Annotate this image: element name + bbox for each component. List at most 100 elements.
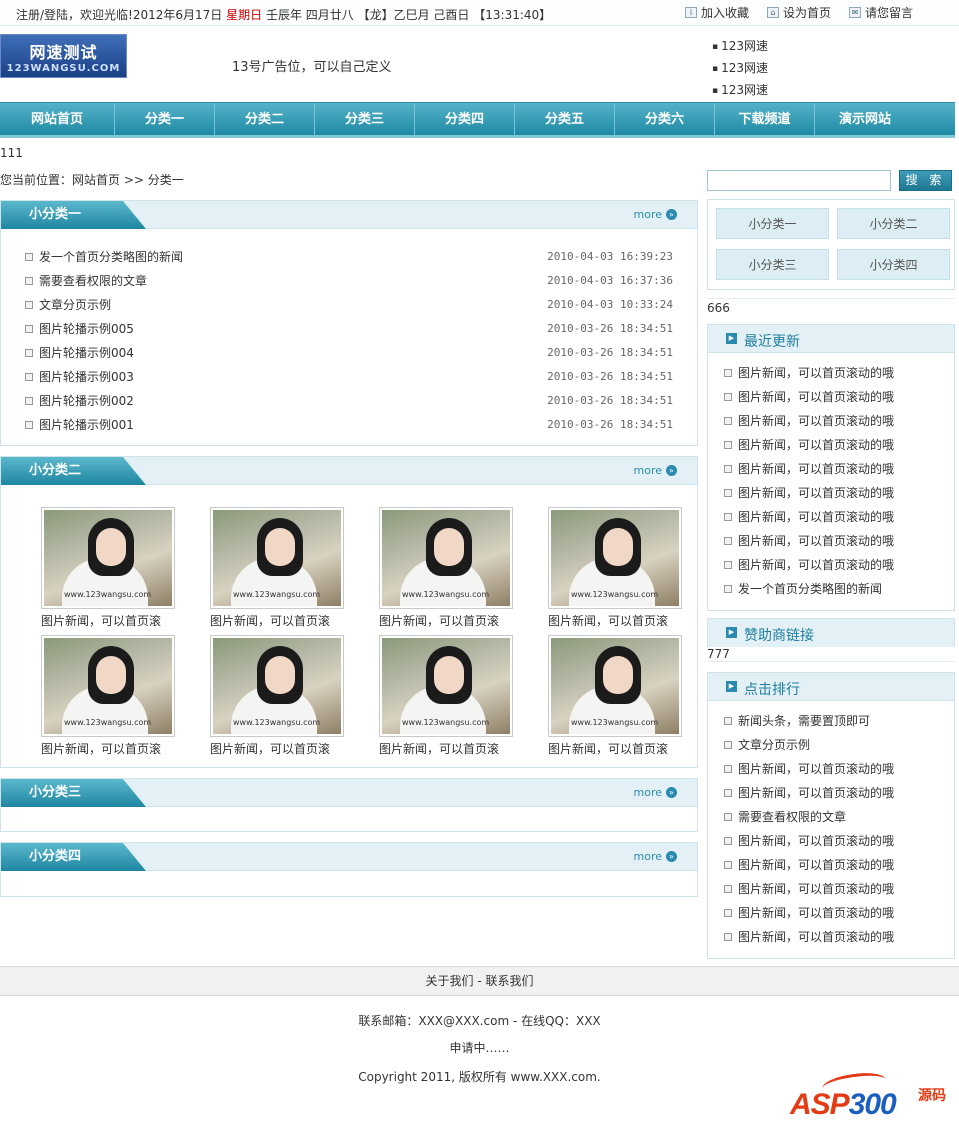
news-thumbnail[interactable]: www.123wangsu.com: [379, 635, 513, 737]
more-link[interactable]: more»: [634, 464, 677, 477]
list-item-link[interactable]: 图片新闻，可以首页滚动的哦: [738, 882, 894, 896]
header-link-label[interactable]: 123网速: [721, 61, 768, 75]
add-favorite-link[interactable]: i 加入收藏: [684, 4, 749, 21]
news-item[interactable]: 文章分页示例 2010-04-03 10:33:24: [25, 293, 673, 317]
list-item-link[interactable]: 图片新闻，可以首页滚动的哦: [738, 906, 894, 920]
nav-category-3[interactable]: 分类三: [315, 103, 415, 135]
footer-links[interactable]: 关于我们 - 联系我们: [0, 966, 959, 996]
search-input[interactable]: [707, 170, 891, 191]
nav-category-1[interactable]: 分类一: [115, 103, 215, 135]
list-item-link[interactable]: 新闻头条，需要置顶即可: [738, 714, 870, 728]
picture-caption[interactable]: 图片新闻，可以首页滚: [210, 612, 350, 629]
list-item[interactable]: 图片新闻，可以首页滚动的哦: [724, 457, 954, 481]
list-item-link[interactable]: 图片新闻，可以首页滚动的哦: [738, 930, 894, 944]
list-item-link[interactable]: 图片新闻，可以首页滚动的哦: [738, 390, 894, 404]
picture-item[interactable]: www.123wangsu.com 图片新闻，可以首页滚: [41, 507, 175, 629]
list-item-link[interactable]: 需要查看权限的文章: [738, 810, 846, 824]
news-title[interactable]: 文章分页示例: [39, 298, 111, 312]
nav-demo[interactable]: 演示网站: [815, 103, 915, 135]
news-thumbnail[interactable]: www.123wangsu.com: [548, 507, 682, 609]
list-item[interactable]: 图片新闻，可以首页滚动的哦: [724, 529, 954, 553]
list-item[interactable]: 文章分页示例: [724, 733, 954, 757]
picture-item[interactable]: www.123wangsu.com 图片新闻，可以首页滚: [210, 507, 344, 629]
list-item-link[interactable]: 图片新闻，可以首页滚动的哦: [738, 762, 894, 776]
nav-category-4[interactable]: 分类四: [415, 103, 515, 135]
site-logo[interactable]: 网速测试 123WANGSU.COM: [0, 34, 127, 78]
news-thumbnail[interactable]: www.123wangsu.com: [41, 635, 175, 737]
picture-caption[interactable]: 图片新闻，可以首页滚: [548, 740, 688, 757]
picture-item[interactable]: www.123wangsu.com 图片新闻，可以首页滚: [41, 635, 175, 757]
picture-caption[interactable]: 图片新闻，可以首页滚: [379, 612, 519, 629]
news-item[interactable]: 图片轮播示例001 2010-03-26 18:34:51: [25, 413, 673, 437]
search-button[interactable]: 搜 索: [899, 170, 952, 191]
news-item[interactable]: 图片轮播示例004 2010-03-26 18:34:51: [25, 341, 673, 365]
header-link-label[interactable]: 123网速: [721, 83, 768, 97]
list-item-link[interactable]: 发一个首页分类略图的新闻: [738, 582, 882, 596]
header-link-label[interactable]: 123网速: [721, 39, 768, 53]
more-link[interactable]: more»: [634, 208, 677, 221]
news-item[interactable]: 图片轮播示例003 2010-03-26 18:34:51: [25, 365, 673, 389]
picture-item[interactable]: www.123wangsu.com 图片新闻，可以首页滚: [548, 635, 682, 757]
news-thumbnail[interactable]: www.123wangsu.com: [41, 507, 175, 609]
more-link[interactable]: more»: [634, 850, 677, 863]
list-item-link[interactable]: 图片新闻，可以首页滚动的哦: [738, 462, 894, 476]
nav-category-5[interactable]: 分类五: [515, 103, 615, 135]
list-item-link[interactable]: 图片新闻，可以首页滚动的哦: [738, 534, 894, 548]
subcategory-button-4[interactable]: 小分类四: [837, 249, 950, 280]
list-item-link[interactable]: 图片新闻，可以首页滚动的哦: [738, 414, 894, 428]
picture-caption[interactable]: 图片新闻，可以首页滚: [41, 740, 181, 757]
news-item[interactable]: 需要查看权限的文章 2010-04-03 16:37:36: [25, 269, 673, 293]
news-item[interactable]: 图片轮播示例005 2010-03-26 18:34:51: [25, 317, 673, 341]
list-item-link[interactable]: 图片新闻，可以首页滚动的哦: [738, 858, 894, 872]
subcategory-button-2[interactable]: 小分类二: [837, 208, 950, 239]
picture-caption[interactable]: 图片新闻，可以首页滚: [41, 612, 181, 629]
news-title[interactable]: 需要查看权限的文章: [39, 274, 147, 288]
guestbook-link[interactable]: ✉ 请您留言: [848, 4, 913, 21]
news-thumbnail[interactable]: www.123wangsu.com: [379, 507, 513, 609]
news-title[interactable]: 发一个首页分类略图的新闻: [39, 250, 183, 264]
picture-caption[interactable]: 图片新闻，可以首页滚: [379, 740, 519, 757]
news-title[interactable]: 图片轮播示例005: [39, 322, 134, 336]
picture-item[interactable]: www.123wangsu.com 图片新闻，可以首页滚: [548, 507, 682, 629]
nav-category-6[interactable]: 分类六: [615, 103, 715, 135]
news-title[interactable]: 图片轮播示例004: [39, 346, 134, 360]
news-item[interactable]: 发一个首页分类略图的新闻 2010-04-03 16:39:23: [25, 245, 673, 269]
nav-download[interactable]: 下载频道: [715, 103, 815, 135]
news-title[interactable]: 图片轮播示例003: [39, 370, 134, 384]
list-item[interactable]: 图片新闻，可以首页滚动的哦: [724, 757, 954, 781]
list-item[interactable]: 图片新闻，可以首页滚动的哦: [724, 901, 954, 925]
list-item[interactable]: 发一个首页分类略图的新闻: [724, 577, 954, 601]
subcategory-button-3[interactable]: 小分类三: [716, 249, 829, 280]
set-home-link[interactable]: ⌂ 设为首页: [766, 4, 831, 21]
news-thumbnail[interactable]: www.123wangsu.com: [210, 507, 344, 609]
list-item-link[interactable]: 图片新闻，可以首页滚动的哦: [738, 438, 894, 452]
header-link[interactable]: 123网速: [712, 36, 768, 58]
header-link[interactable]: 123网速: [712, 80, 768, 102]
list-item-link[interactable]: 文章分页示例: [738, 738, 810, 752]
nav-category-2[interactable]: 分类二: [215, 103, 315, 135]
news-item[interactable]: 图片轮播示例002 2010-03-26 18:34:51: [25, 389, 673, 413]
list-item[interactable]: 新闻头条，需要置顶即可: [724, 709, 954, 733]
list-item[interactable]: 图片新闻，可以首页滚动的哦: [724, 829, 954, 853]
list-item-link[interactable]: 图片新闻，可以首页滚动的哦: [738, 366, 894, 380]
list-item[interactable]: 图片新闻，可以首页滚动的哦: [724, 781, 954, 805]
list-item-link[interactable]: 图片新闻，可以首页滚动的哦: [738, 510, 894, 524]
news-title[interactable]: 图片轮播示例001: [39, 418, 134, 432]
list-item[interactable]: 图片新闻，可以首页滚动的哦: [724, 481, 954, 505]
list-item-link[interactable]: 图片新闻，可以首页滚动的哦: [738, 558, 894, 572]
list-item[interactable]: 图片新闻，可以首页滚动的哦: [724, 409, 954, 433]
list-item[interactable]: 图片新闻，可以首页滚动的哦: [724, 853, 954, 877]
list-item-link[interactable]: 图片新闻，可以首页滚动的哦: [738, 786, 894, 800]
list-item[interactable]: 图片新闻，可以首页滚动的哦: [724, 505, 954, 529]
header-link[interactable]: 123网速: [712, 58, 768, 80]
list-item-link[interactable]: 图片新闻，可以首页滚动的哦: [738, 486, 894, 500]
news-title[interactable]: 图片轮播示例002: [39, 394, 134, 408]
picture-item[interactable]: www.123wangsu.com 图片新闻，可以首页滚: [210, 635, 344, 757]
list-item[interactable]: 图片新闻，可以首页滚动的哦: [724, 385, 954, 409]
list-item[interactable]: 图片新闻，可以首页滚动的哦: [724, 433, 954, 457]
list-item[interactable]: 图片新闻，可以首页滚动的哦: [724, 877, 954, 901]
nav-home[interactable]: 网站首页: [0, 103, 115, 135]
picture-item[interactable]: www.123wangsu.com 图片新闻，可以首页滚: [379, 635, 513, 757]
picture-item[interactable]: www.123wangsu.com 图片新闻，可以首页滚: [379, 507, 513, 629]
picture-caption[interactable]: 图片新闻，可以首页滚: [548, 612, 688, 629]
